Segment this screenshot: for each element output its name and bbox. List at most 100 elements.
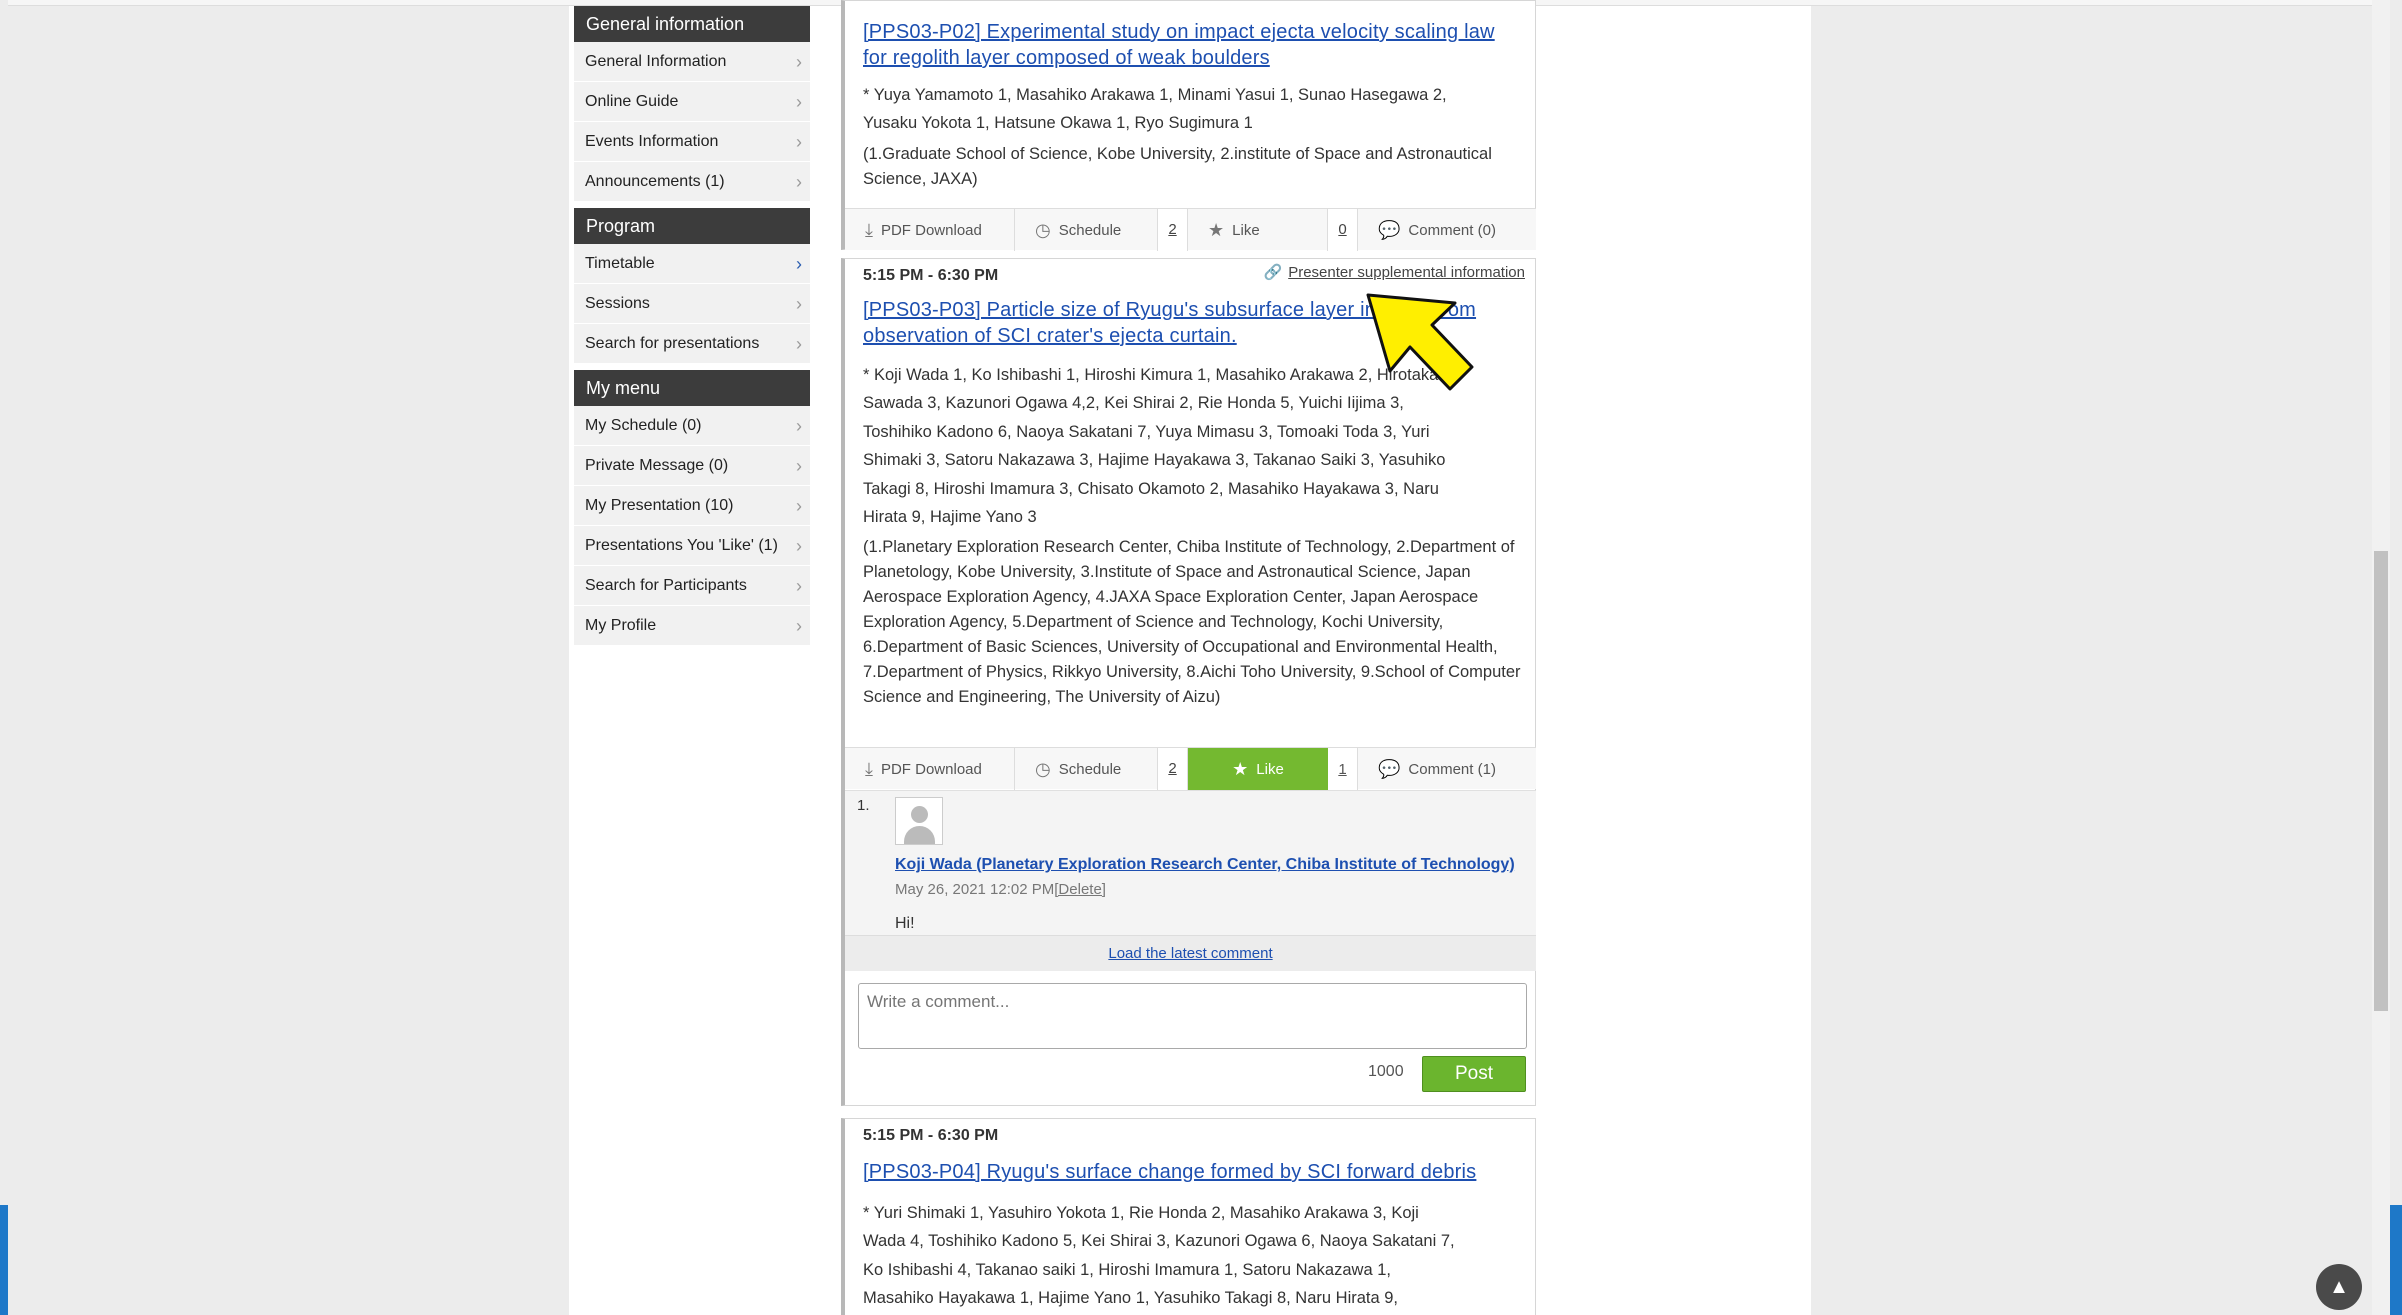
schedule-label: Schedule bbox=[1058, 760, 1122, 778]
sidebar-item-search-participants[interactable]: Search for Participants › bbox=[574, 566, 810, 606]
schedule-button[interactable]: ◷ Schedule 2 bbox=[1015, 209, 1188, 251]
comment-index: 1. bbox=[857, 797, 870, 814]
schedule-count[interactable]: 2 bbox=[1157, 209, 1187, 251]
presentation-title-link[interactable]: [PPS03-P02] Experimental study on impact… bbox=[863, 19, 1523, 71]
presentation-card: [PPS03-P02] Experimental study on impact… bbox=[841, 0, 1536, 251]
sidebar-item-search-presentations[interactable]: Search for presentations › bbox=[574, 324, 810, 364]
sidebar-item-label: Online Guide bbox=[585, 93, 679, 110]
delete-comment-link[interactable]: [Delete] bbox=[1054, 881, 1106, 898]
post-button[interactable]: Post bbox=[1422, 1056, 1526, 1092]
avatar bbox=[895, 797, 943, 845]
star-icon: ★ bbox=[1208, 219, 1225, 240]
sidebar-item-label: Search for presentations bbox=[585, 335, 760, 352]
load-latest-comment-link[interactable]: Load the latest comment bbox=[845, 935, 1536, 971]
comment-label: Comment (1) bbox=[1408, 760, 1496, 778]
pdf-download-label: PDF Download bbox=[880, 760, 982, 778]
presentation-card: 5:15 PM - 6:30 PM [PPS03-P04] Ryugu's su… bbox=[841, 1118, 1536, 1315]
comment-text: Hi! bbox=[895, 915, 915, 932]
time-slot: 5:15 PM - 6:30 PM bbox=[863, 267, 999, 284]
sidebar-item-online-guide[interactable]: Online Guide › bbox=[574, 82, 810, 122]
authors-line: * Yuri Shimaki 1, Yasuhiro Yokota 1, Rie… bbox=[863, 1204, 1419, 1222]
time-slot: 5:15 PM - 6:30 PM bbox=[863, 1127, 999, 1144]
schedule-label: Schedule bbox=[1058, 221, 1122, 239]
sidebar-item-my-profile[interactable]: My Profile › bbox=[574, 606, 810, 646]
speech-bubble-icon: 💬 bbox=[1378, 758, 1401, 779]
scrollbar-thumb[interactable] bbox=[2374, 551, 2388, 1011]
character-counter: 1000 bbox=[1368, 1063, 1404, 1080]
affiliation-text: (1.Graduate School of Science, Kobe Univ… bbox=[863, 145, 1492, 188]
arrow-up-icon: ▲ bbox=[2329, 1276, 2349, 1298]
schedule-button[interactable]: ◷ Schedule 2 bbox=[1015, 748, 1188, 790]
chevron-right-icon: › bbox=[796, 416, 802, 436]
authors-line: Ko Ishibashi 4, Takanao saiki 1, Hiroshi… bbox=[863, 1261, 1391, 1279]
comment-button[interactable]: 💬 Comment (1) bbox=[1358, 748, 1536, 790]
chevron-right-icon: › bbox=[796, 92, 802, 112]
sidebar-item-announcements[interactable]: Announcements (1) › bbox=[574, 162, 810, 202]
download-icon: ⤓ bbox=[865, 758, 873, 779]
comment-date: May 26, 2021 12:02 PM[Delete] bbox=[895, 881, 1106, 898]
like-button-active[interactable]: ★ Like bbox=[1188, 748, 1328, 790]
like-count[interactable]: 0 bbox=[1327, 209, 1357, 251]
sidebar-item-presentations-liked[interactable]: Presentations You 'Like' (1) › bbox=[574, 526, 810, 566]
window-edge-right bbox=[2390, 1205, 2402, 1315]
comment-list: 1. Koji Wada (Planetary Exploration Rese… bbox=[845, 790, 1536, 935]
star-icon: ★ bbox=[1232, 758, 1249, 779]
chevron-right-icon: › bbox=[796, 536, 802, 556]
presentation-title-link[interactable]: [PPS03-P04] Ryugu's surface change forme… bbox=[863, 1159, 1523, 1185]
download-icon: ⤓ bbox=[865, 219, 873, 240]
authors-line: Masahiko Hayakawa 1, Hajime Yano 1, Yasu… bbox=[863, 1289, 1399, 1307]
sidebar-item-label: General Information bbox=[585, 53, 727, 70]
sidebar-item-label: My Schedule (0) bbox=[585, 417, 702, 434]
chevron-right-icon: › bbox=[796, 496, 802, 516]
authors-line: * Yuya Yamamoto 1, Masahiko Arakawa 1, M… bbox=[863, 86, 1447, 104]
chevron-right-icon: › bbox=[796, 172, 802, 192]
like-label: Like bbox=[1232, 221, 1260, 239]
sidebar-item-label: Private Message (0) bbox=[585, 457, 729, 474]
sidebar-item-label: My Profile bbox=[585, 617, 657, 634]
window-edge-left bbox=[0, 1205, 8, 1315]
authors-line: Yusaku Yokota 1, Hatsune Okawa 1, Ryo Su… bbox=[863, 114, 1253, 132]
schedule-count[interactable]: 2 bbox=[1157, 748, 1187, 790]
authors-line: Hirata 9, Hajime Yano 3 bbox=[863, 508, 1037, 526]
supplemental-info-link[interactable]: 🔗 Presenter supplemental information bbox=[1264, 263, 1525, 281]
sidebar-item-timetable[interactable]: Timetable › bbox=[574, 244, 810, 284]
chevron-right-icon: › bbox=[796, 52, 802, 72]
like-button[interactable]: ★ Like 0 bbox=[1188, 209, 1358, 251]
sidebar-item-label: Sessions bbox=[585, 295, 650, 312]
authors-line: Shimaki 3, Satoru Nakazawa 3, Hajime Hay… bbox=[863, 451, 1446, 469]
sidebar-item-label: Events Information bbox=[585, 133, 719, 150]
comment-button[interactable]: 💬 Comment (0) bbox=[1358, 209, 1536, 251]
sidebar-header-my-menu: My menu bbox=[574, 370, 810, 406]
pdf-download-button[interactable]: ⤓ PDF Download bbox=[845, 209, 1015, 251]
clock-icon: ◷ bbox=[1035, 219, 1051, 240]
sidebar-item-label: Search for Participants bbox=[585, 577, 747, 594]
sidebar-item-sessions[interactable]: Sessions › bbox=[574, 284, 810, 324]
like-count[interactable]: 1 bbox=[1328, 748, 1358, 790]
like-label: Like bbox=[1256, 760, 1284, 778]
sidebar: General information General Information ›… bbox=[574, 6, 810, 646]
authors-line: Takagi 8, Hiroshi Imamura 3, Chisato Oka… bbox=[863, 480, 1439, 498]
chevron-right-icon: › bbox=[796, 576, 802, 596]
chevron-right-icon: › bbox=[796, 456, 802, 476]
chevron-right-icon: › bbox=[796, 254, 802, 274]
paperclip-icon: 🔗 bbox=[1263, 264, 1283, 281]
scroll-to-top-button[interactable]: ▲ bbox=[2316, 1264, 2362, 1310]
sidebar-item-label: Timetable bbox=[585, 255, 655, 272]
sidebar-header-general: General information bbox=[574, 6, 810, 42]
sidebar-item-my-presentation[interactable]: My Presentation (10) › bbox=[574, 486, 810, 526]
sidebar-item-general-information[interactable]: General Information › bbox=[574, 42, 810, 82]
pdf-download-button[interactable]: ⤓ PDF Download bbox=[845, 748, 1015, 790]
speech-bubble-icon: 💬 bbox=[1378, 219, 1401, 240]
sidebar-item-private-message[interactable]: Private Message (0) › bbox=[574, 446, 810, 486]
sidebar-item-events-information[interactable]: Events Information › bbox=[574, 122, 810, 162]
chevron-right-icon: › bbox=[796, 294, 802, 314]
comment-author-link[interactable]: Koji Wada (Planetary Exploration Researc… bbox=[895, 856, 1515, 874]
sidebar-item-label: Presentations You 'Like' (1) bbox=[585, 537, 778, 554]
clock-icon: ◷ bbox=[1035, 758, 1051, 779]
vertical-scrollbar[interactable] bbox=[2372, 0, 2390, 1315]
chevron-right-icon: › bbox=[796, 616, 802, 636]
sidebar-item-label: My Presentation (10) bbox=[585, 497, 734, 514]
sidebar-item-my-schedule[interactable]: My Schedule (0) › bbox=[574, 406, 810, 446]
comment-label: Comment (0) bbox=[1408, 221, 1496, 239]
comment-input[interactable] bbox=[858, 983, 1527, 1049]
